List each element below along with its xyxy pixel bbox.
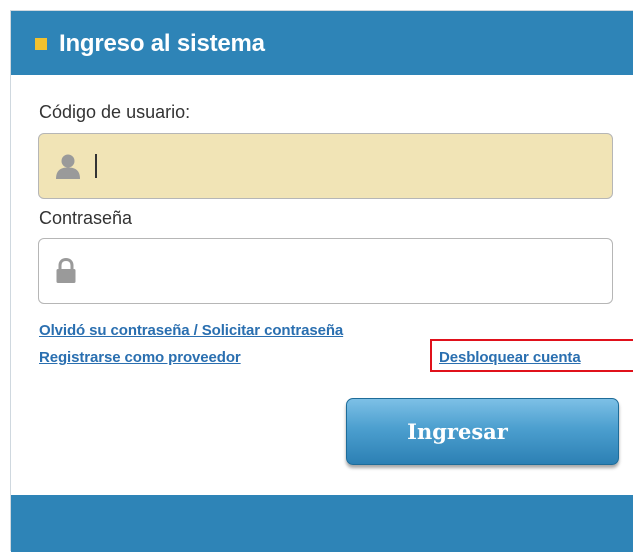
text-cursor	[95, 154, 97, 178]
login-panel: Ingreso al sistema Código de usuario: Co…	[10, 10, 633, 552]
user-code-label: Código de usuario:	[39, 102, 191, 122]
user-icon	[55, 153, 81, 179]
forgot-password-link[interactable]: Olvidó su contraseña / Solicitar contras…	[39, 322, 343, 339]
register-supplier-link[interactable]: Registrarse como proveedor	[39, 349, 241, 366]
user-code-input[interactable]	[111, 146, 591, 186]
password-label: Contraseña	[39, 208, 133, 228]
panel-title: Ingreso al sistema	[59, 30, 265, 57]
panel-header: Ingreso al sistema	[11, 11, 633, 75]
password-field[interactable]	[38, 238, 613, 304]
lock-icon	[55, 258, 77, 284]
header-square-icon	[35, 38, 47, 50]
login-button[interactable]: Ingresar	[346, 398, 619, 465]
unlock-account-link[interactable]: Desbloquear cuenta	[439, 349, 581, 366]
panel-footer	[11, 495, 633, 552]
password-input[interactable]	[91, 251, 571, 291]
user-code-field[interactable]	[38, 133, 613, 199]
